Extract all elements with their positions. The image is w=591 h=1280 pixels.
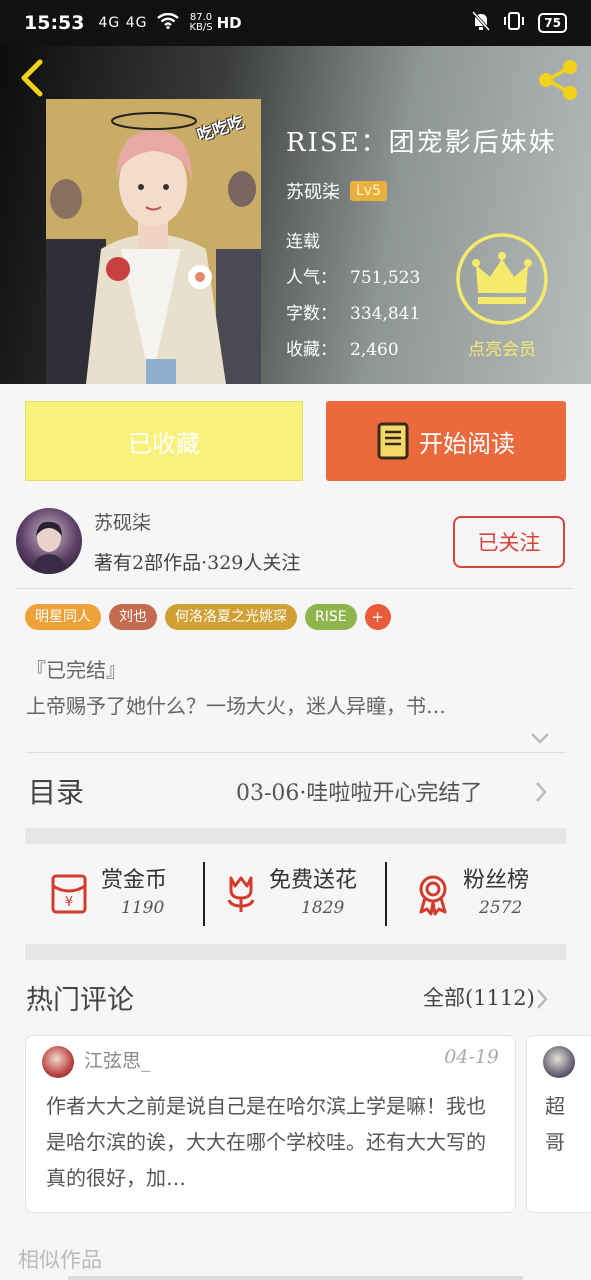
all-comments-link[interactable]: 全部(1112) — [423, 982, 535, 1012]
tag-item[interactable]: 何洛洛夏之光姚琛 — [165, 604, 297, 630]
catalog-row[interactable]: 目录 03-06·哇啦啦开心完结了 — [0, 755, 591, 825]
commenter-avatar[interactable] — [42, 1046, 74, 1078]
book-words: 字数： 334,841 — [286, 304, 421, 324]
cover-illustration — [46, 99, 261, 384]
author-info: 著有2部作品·329人关注 — [94, 552, 301, 574]
book-header: 吃吃吃 RISE：团宠影后妹妹 苏砚柒 Lv5 连载 人气： 751,523 字数… — [0, 46, 591, 384]
section-separator — [25, 944, 566, 960]
description-status: 『已完结』 — [26, 658, 126, 682]
comment-card[interactable]: 超哥 — [526, 1035, 591, 1213]
comment-text: 超哥 — [545, 1094, 565, 1154]
signal-icon: 4G 4G — [98, 15, 148, 31]
fans-rank-button[interactable]: 粉丝榜 2572 — [389, 848, 566, 942]
stat-label: 赏金币 — [101, 868, 168, 893]
comment-card[interactable]: 江弦思_ 04-19 作者大大之前是说自己是在哈尔滨上学是嘛！我也是哈尔滨的诶，… — [25, 1035, 516, 1213]
expand-description-button[interactable] — [530, 730, 550, 744]
start-reading-label: 开始阅读 — [419, 429, 515, 458]
vibrate-icon — [502, 11, 526, 36]
start-reading-button[interactable]: 开始阅读 — [326, 401, 566, 481]
stat-label: 免费送花 — [269, 868, 358, 893]
commenter-avatar[interactable] — [543, 1046, 575, 1078]
vertical-divider — [385, 862, 387, 926]
red-envelope-icon: ¥ — [51, 874, 87, 914]
comment-date: 04-19 — [444, 1046, 499, 1068]
reward-coins-button[interactable]: ¥ 赏金币 1190 — [25, 848, 205, 942]
hd-indicator: HD — [216, 14, 242, 32]
flower-icon — [227, 876, 255, 912]
mute-icon — [472, 10, 491, 36]
commenter-name[interactable]: 江弦思_ — [84, 1046, 151, 1073]
wifi-icon — [157, 12, 180, 34]
comment-text: 作者大大之前是说自己是在哈尔滨上学是嘛！我也是哈尔滨的诶，大大在哪个学校哇。还有… — [46, 1094, 486, 1190]
tag-item[interactable]: 刘也 — [109, 604, 157, 630]
vertical-divider — [203, 862, 205, 926]
status-time: 15:53 — [24, 12, 85, 34]
latest-chapter: 03-06·哇啦啦开心完结了 — [236, 781, 483, 806]
share-button[interactable] — [536, 58, 580, 102]
collected-button[interactable]: 已收藏 — [25, 401, 303, 481]
vip-label: 点亮会员 — [468, 340, 536, 360]
status-bar: 15:53 4G 4G 87.0 KB/S HD 75 — [0, 0, 591, 46]
back-button[interactable] — [14, 58, 50, 98]
medal-icon — [419, 875, 447, 916]
net-speed: 87.0 KB/S — [189, 12, 213, 33]
hot-comments-title: 热门评论 — [26, 985, 134, 1016]
stat-value: 1829 — [301, 898, 345, 918]
author-avatar-image — [30, 521, 68, 574]
author-avatar[interactable] — [16, 508, 82, 574]
chevron-down-icon — [531, 733, 549, 744]
battery-indicator: 75 — [538, 13, 567, 33]
stats-row: ¥ 赏金币 1190 免费送花 1829 粉丝榜 2572 — [25, 848, 566, 942]
book-author-row: 苏砚柒 Lv5 — [286, 178, 387, 204]
catalog-label: 目录 — [28, 776, 85, 809]
svg-text:¥: ¥ — [65, 895, 73, 910]
similar-works-title: 相似作品 — [18, 1248, 102, 1272]
book-popularity: 人气： 751,523 — [286, 268, 421, 288]
stat-value: 1190 — [121, 898, 165, 918]
chevron-left-icon — [21, 59, 43, 97]
book-author[interactable]: 苏砚柒 — [286, 178, 340, 204]
chevron-right-icon[interactable] — [535, 988, 549, 1010]
tag-item[interactable]: 明星同人 — [25, 604, 101, 630]
book-title: RISE：团宠影后妹妹 — [286, 128, 557, 158]
free-flower-button[interactable]: 免费送花 1829 — [207, 848, 385, 942]
tag-list: 明星同人 刘也 何洛洛夏之光姚琛 RISE + — [25, 604, 391, 630]
tag-item[interactable]: RISE — [305, 604, 357, 630]
crown-icon — [456, 233, 548, 325]
vip-button[interactable]: 点亮会员 — [452, 231, 552, 360]
add-tag-button[interactable]: + — [364, 604, 391, 630]
stat-value: 2572 — [479, 898, 523, 918]
book-cover[interactable]: 吃吃吃 — [46, 99, 261, 384]
share-icon — [539, 60, 577, 100]
follow-button[interactable]: 已关注 — [453, 516, 565, 568]
book-favorites: 收藏： 2,460 — [286, 340, 399, 360]
author-level-badge: Lv5 — [350, 181, 387, 201]
stat-label: 粉丝榜 — [463, 868, 530, 893]
chevron-right-icon — [536, 782, 547, 802]
description-text[interactable]: 上帝赐予了她什么？一场大火，迷人异瞳，书… — [26, 690, 571, 719]
divider — [16, 588, 574, 589]
author-name[interactable]: 苏砚柒 — [94, 508, 151, 535]
divider — [26, 752, 566, 753]
book-icon — [377, 422, 409, 460]
bottom-scroll-indicator — [68, 1276, 523, 1280]
status-right: 75 — [472, 10, 567, 36]
section-separator — [25, 828, 566, 844]
book-status: 连载 — [286, 232, 320, 252]
book-meta: 连载 人气： 751,523 字数： 334,841 收藏： 2,460 — [286, 224, 420, 368]
author-section: 苏砚柒 著有2部作品·329人关注 已关注 — [0, 500, 591, 586]
